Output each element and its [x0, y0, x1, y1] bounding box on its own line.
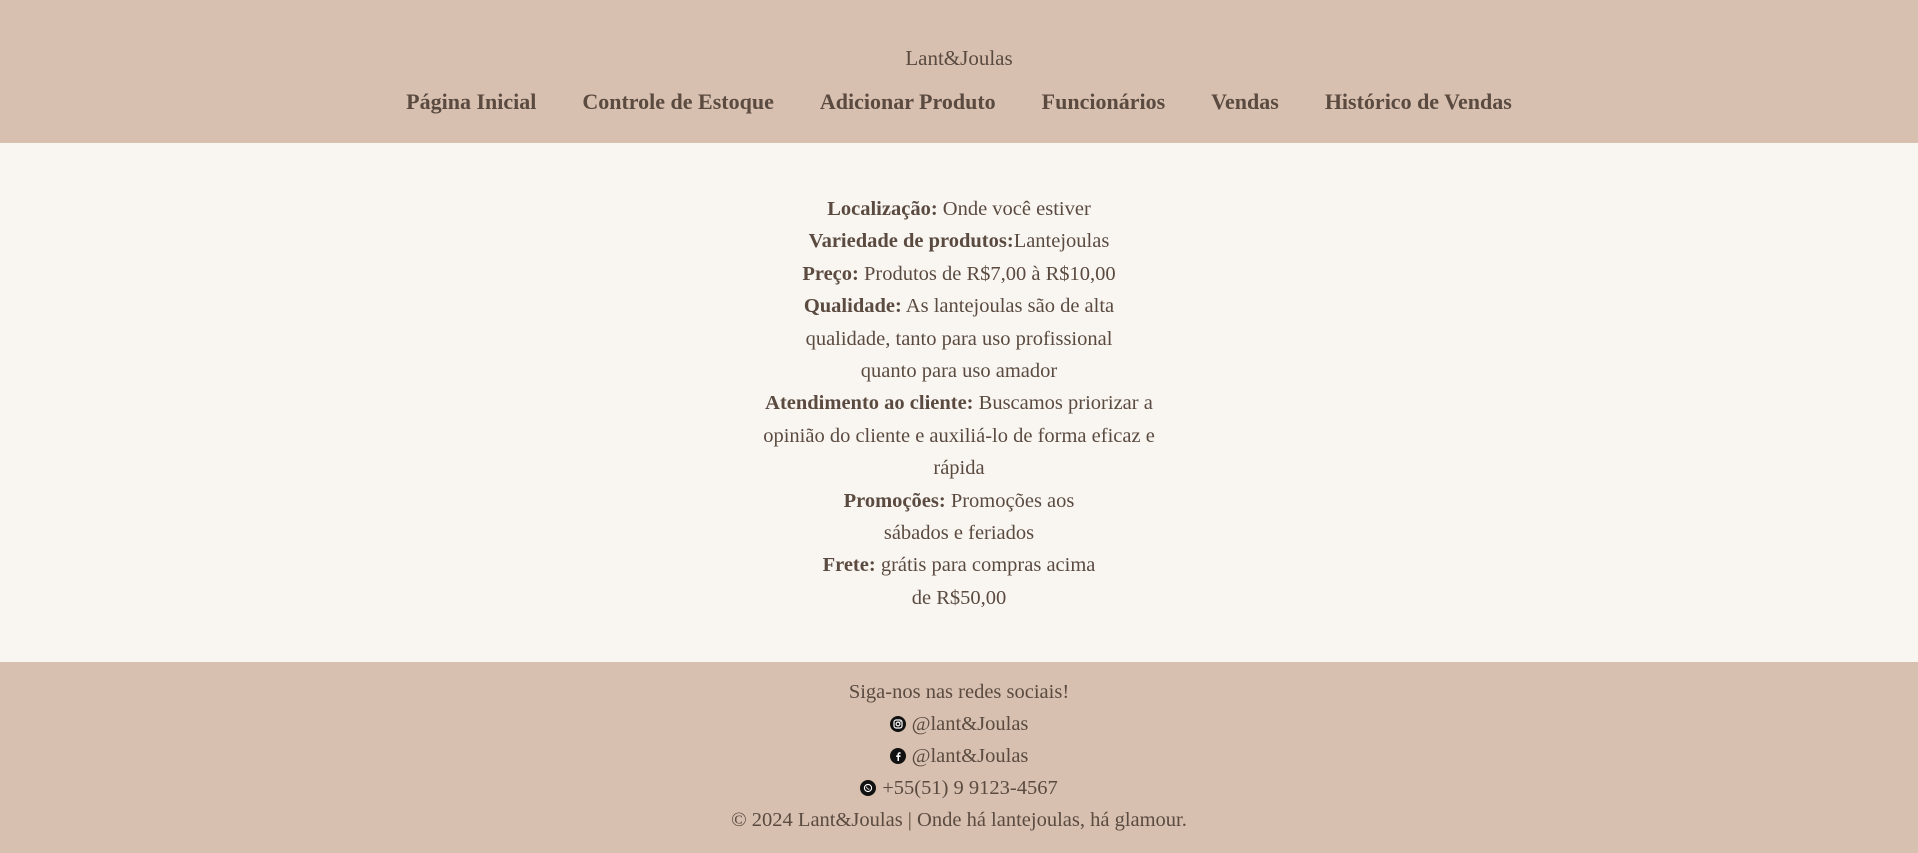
info-promocoes: Promoções: Promoções aos sábados e feria…	[843, 489, 1075, 545]
whatsapp-link[interactable]: +55(51) 9 9123-4567	[860, 772, 1058, 804]
follow-text: Siga-nos nas redes sociais!	[848, 681, 1070, 703]
main-content: Localização: Onde você estiver Variedade…	[0, 143, 1918, 662]
info-variedade: Variedade de produtos:Lantejoulas	[808, 230, 1110, 253]
info-localizacao: Localização: Onde você estiver	[827, 198, 1091, 220]
nav-vendas[interactable]: Vendas	[1211, 89, 1279, 115]
store-info: Localização: Onde você estiver Variedade…	[759, 193, 1159, 614]
info-qualidade: Qualidade: As lantejoulas são de alta qu…	[803, 295, 1115, 383]
facebook-handle: @lant&Joulas	[911, 745, 1029, 767]
whatsapp-number: +55(51) 9 9123-4567	[882, 777, 1058, 799]
main-nav: Página Inicial Controle de Estoque Adici…	[406, 89, 1512, 115]
nav-adicionar-produto[interactable]: Adicionar Produto	[820, 89, 996, 115]
instagram-icon	[889, 716, 906, 732]
nav-funcionarios[interactable]: Funcionários	[1042, 89, 1165, 115]
nav-controle-estoque[interactable]: Controle de Estoque	[582, 89, 774, 115]
info-frete: Frete: grátis para compras acima de R$50…	[822, 554, 1096, 609]
nav-pagina-inicial[interactable]: Página Inicial	[406, 89, 536, 115]
facebook-icon	[889, 748, 906, 764]
instagram-handle: @lant&Joulas	[911, 713, 1029, 735]
site-footer: Siga-nos nas redes sociais! @lant&Joulas…	[0, 662, 1918, 853]
whatsapp-icon	[860, 780, 877, 796]
info-atendimento: Atendimento ao cliente: Buscamos prioriz…	[763, 392, 1155, 480]
site-header: Lant&Joulas Página Inicial Controle de E…	[0, 0, 1918, 143]
facebook-link[interactable]: @lant&Joulas	[889, 740, 1029, 772]
instagram-link[interactable]: @lant&Joulas	[889, 708, 1029, 740]
brand-name: Lant&Joulas	[905, 46, 1013, 70]
nav-historico-vendas[interactable]: Histórico de Vendas	[1325, 89, 1512, 115]
copyright-text: © 2024 Lant&Joulas | Onde há lantejoulas…	[731, 809, 1187, 831]
info-preco: Preço: Produtos de R$7,00 à R$10,00	[802, 262, 1116, 285]
